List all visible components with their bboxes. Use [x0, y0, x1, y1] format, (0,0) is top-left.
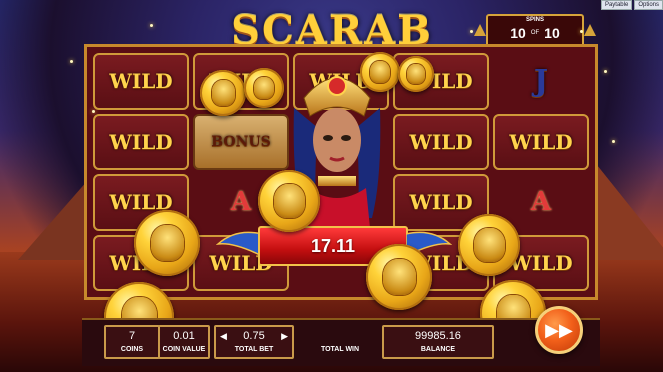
coins-value: 7 [128, 330, 136, 342]
reel-symbol: WILD [93, 113, 189, 170]
spins-current: 10 [510, 25, 526, 41]
sparkle [604, 70, 607, 73]
scarab-coin-icon [458, 214, 520, 276]
sparkle [92, 110, 95, 113]
scarab-coin-icon [134, 210, 200, 276]
balance-box: 99985.16 BALANCE [382, 325, 494, 359]
bottom-bar: 7 COINS 0.01 COIN VALUE ◀ ▶ 0.75 TOTAL B… [82, 318, 600, 366]
options-link[interactable]: Options [634, 0, 663, 10]
reel-symbol: WILD [93, 53, 189, 110]
coin-value-box[interactable]: 0.01 COIN VALUE [158, 325, 210, 359]
spins-label: SPINS [525, 17, 544, 23]
spins-total: 10 [544, 25, 560, 41]
sparkle [612, 140, 615, 143]
balance-value: 99985.16 [415, 330, 461, 342]
reel-symbol: BONUS [193, 113, 289, 170]
reel-symbol: J [533, 63, 549, 99]
reel-symbol: WILD [393, 113, 489, 170]
left-wing-icon [216, 231, 262, 257]
top-menu: Paytable Options [600, 0, 663, 10]
sparkle [470, 30, 473, 33]
fast-forward-icon: ▶▶ [545, 319, 573, 340]
reel-symbol: WILD [493, 113, 589, 170]
sparkle [150, 24, 153, 27]
total-bet-value: 0.75 [243, 330, 265, 342]
total-bet-box[interactable]: ◀ ▶ 0.75 TOTAL BET [214, 325, 294, 359]
total-win-label: TOTAL WIN [320, 346, 360, 353]
pyramid-icon [474, 24, 486, 36]
coin-value-label: COIN VALUE [162, 346, 206, 353]
coins-box[interactable]: 7 COINS [104, 325, 160, 359]
balance-label: BALANCE [420, 346, 456, 353]
coin-value-value: 0.01 [173, 330, 195, 342]
scarab-coin-icon [366, 244, 432, 310]
scarab-coin-icon [244, 68, 284, 108]
scarab-coin-icon [200, 70, 246, 116]
paytable-link[interactable]: Paytable [600, 0, 633, 10]
scarab-coin-icon [398, 56, 434, 92]
total-bet-label: TOTAL BET [234, 346, 274, 353]
coins-label: COINS [120, 346, 144, 353]
fast-forward-button[interactable]: ▶▶ [535, 306, 583, 354]
scarab-coin-icon [360, 52, 400, 92]
spins-of: OF [530, 30, 540, 36]
free-spins-counter: SPINS 10 OF 10 [474, 14, 596, 48]
scarab-coin-icon [258, 170, 320, 232]
sparkle [70, 60, 73, 63]
pyramid-icon [584, 24, 596, 36]
sparkle [580, 30, 583, 33]
